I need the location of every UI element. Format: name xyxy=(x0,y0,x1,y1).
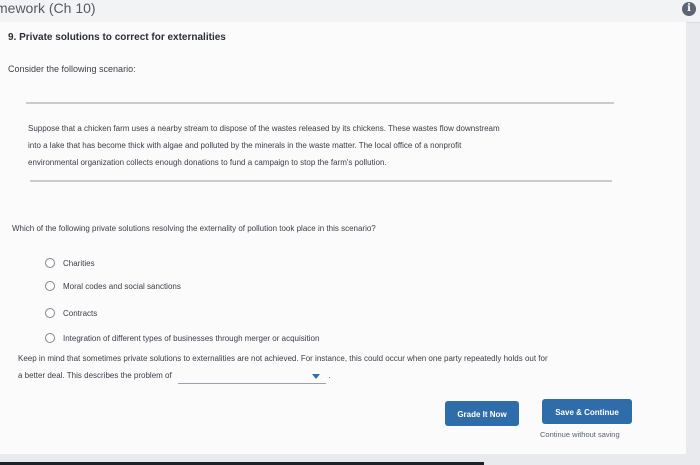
followup-line-2: a better deal. This describes the proble… xyxy=(18,367,658,384)
option-contracts[interactable]: Contracts xyxy=(45,306,97,320)
divider-top xyxy=(26,102,614,104)
option-charities[interactable]: Charities xyxy=(45,256,95,270)
followup-prefix: a better deal. This describes the proble… xyxy=(18,371,172,380)
grade-it-now-button[interactable]: Grade It Now xyxy=(445,401,519,426)
radio-button[interactable] xyxy=(45,281,55,291)
radio-button[interactable] xyxy=(45,333,55,343)
scenario-text: Suppose that a chicken farm uses a nearb… xyxy=(28,120,608,171)
scenario-line: Suppose that a chicken farm uses a nearb… xyxy=(28,124,500,133)
divider-bottom xyxy=(30,180,612,182)
info-icon[interactable]: i xyxy=(682,2,696,16)
radio-button[interactable] xyxy=(45,258,55,268)
continue-without-saving-link[interactable]: Continue without saving xyxy=(540,430,620,439)
followup-suffix: . xyxy=(328,371,331,380)
assignment-title: mework (Ch 10) xyxy=(0,0,96,16)
scenario-line: into a lake that has become thick with a… xyxy=(28,141,462,150)
scenario-intro: Consider the following scenario: xyxy=(8,64,136,74)
save-and-continue-button[interactable]: Save & Continue xyxy=(542,399,632,424)
option-label: Moral codes and social sanctions xyxy=(63,281,181,291)
option-label: Charities xyxy=(63,258,95,268)
question-card: 9. Private solutions to correct for exte… xyxy=(0,22,686,465)
option-moral-codes[interactable]: Moral codes and social sanctions xyxy=(45,279,181,293)
option-integration[interactable]: Integration of different types of busine… xyxy=(45,331,319,345)
question-title: 9. Private solutions to correct for exte… xyxy=(8,32,226,43)
question-prompt: Which of the following private solutions… xyxy=(12,224,376,233)
top-bar: mework (Ch 10) i xyxy=(0,0,700,23)
radio-button[interactable] xyxy=(45,308,55,318)
followup-line: Keep in mind that sometimes private solu… xyxy=(18,354,548,363)
scenario-line: environmental organization collects enou… xyxy=(28,158,387,167)
followup-text: Keep in mind that sometimes private solu… xyxy=(18,350,658,384)
option-label: Contracts xyxy=(63,308,98,318)
option-label: Integration of different types of busine… xyxy=(63,333,320,343)
chevron-down-icon[interactable] xyxy=(311,374,320,379)
problem-dropdown[interactable] xyxy=(177,371,326,384)
